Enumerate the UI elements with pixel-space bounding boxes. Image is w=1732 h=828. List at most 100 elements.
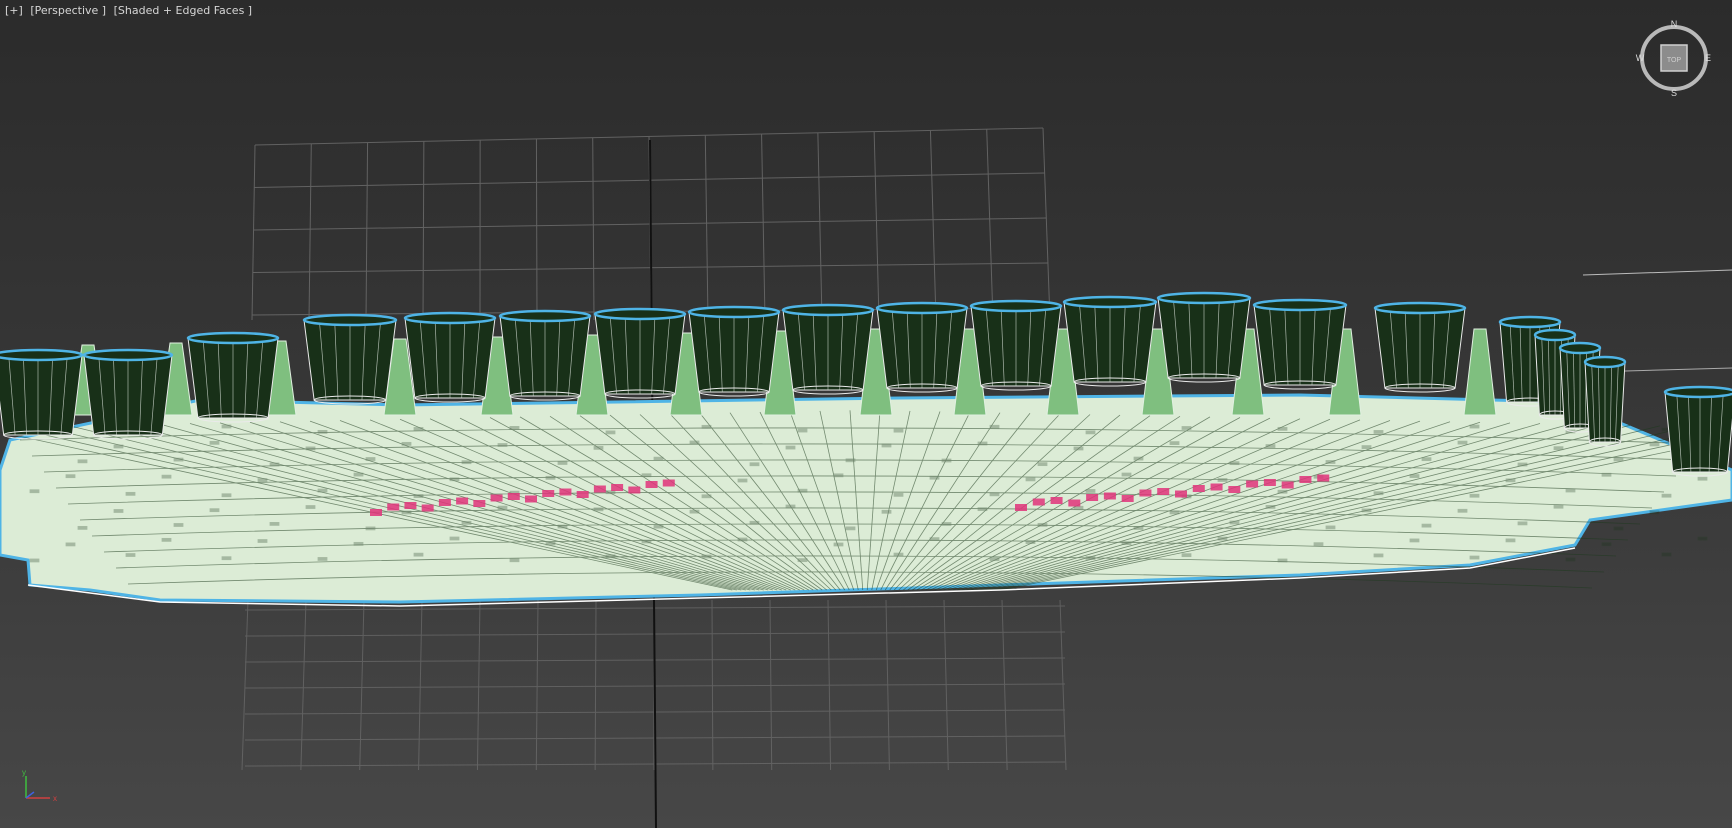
wire-face: [881, 443, 892, 448]
cup: [969, 299, 1063, 391]
wire-face: [413, 552, 424, 557]
selected-mesh-object[interactable]: [0, 291, 1732, 607]
pink-face: [404, 502, 417, 509]
viewcube-face-label: TOP: [1667, 57, 1682, 64]
wire-face: [689, 509, 700, 514]
cup: [186, 331, 280, 423]
wire-face: [509, 425, 520, 430]
wire-face: [641, 539, 652, 544]
wire-face: [509, 558, 520, 563]
pink-face: [1157, 488, 1170, 495]
wire-face: [1181, 426, 1192, 430]
grid-line: [1042, 127, 1051, 321]
grid-line: [308, 143, 312, 321]
cup: [302, 313, 398, 405]
viewport-scene[interactable]: [0, 0, 1732, 828]
wire-face: [125, 553, 136, 557]
green-panel: [1463, 328, 1497, 416]
wire-face: [113, 444, 124, 449]
pink-face: [662, 479, 675, 487]
wire-face: [497, 443, 508, 447]
grid-line: [476, 599, 481, 771]
wire-face: [1265, 505, 1276, 509]
wire-face: [1613, 457, 1624, 462]
perspective-viewport[interactable]: [+] [Perspective ] [Shaded + Edged Faces…: [0, 0, 1732, 828]
cup-rim: [1156, 291, 1252, 305]
compass-east[interactable]: E: [1705, 53, 1711, 63]
axis-z-line: [25, 791, 35, 799]
pink-face: [1246, 480, 1259, 488]
wire-face: [1037, 462, 1048, 467]
wire-face: [365, 457, 376, 461]
wire-face: [461, 460, 472, 465]
wire-face: [1085, 430, 1096, 435]
axis-y-label: y: [22, 768, 26, 777]
wire-face: [833, 542, 844, 547]
cup-rim: [1558, 341, 1602, 355]
cup-rim: [875, 301, 969, 315]
grid-line: [251, 144, 256, 321]
wire-face: [257, 478, 268, 482]
wire-face: [1421, 457, 1432, 462]
cup-rim: [593, 307, 687, 321]
wire-face: [989, 492, 1000, 497]
wire-face: [269, 462, 280, 467]
compass-south[interactable]: S: [1671, 88, 1677, 98]
grid-line: [359, 599, 365, 771]
grid-line: [929, 130, 937, 321]
wire-face: [1421, 523, 1432, 528]
grid-line: [418, 599, 423, 771]
wire-face: [545, 475, 556, 480]
wire-face: [305, 446, 316, 451]
pink-face: [1068, 499, 1081, 507]
pink-face: [1050, 497, 1063, 504]
wire-face: [941, 522, 952, 526]
grid-line: [594, 599, 597, 771]
wire-face: [737, 537, 748, 542]
wire-face: [797, 428, 808, 433]
wire-face: [1277, 558, 1288, 563]
wire-face: [353, 472, 364, 477]
wire-face: [1361, 445, 1372, 449]
wire-face: [317, 488, 328, 493]
grid-line: [986, 129, 994, 321]
wire-face: [1469, 555, 1480, 560]
wire-face: [1565, 488, 1576, 493]
wire-face: [977, 507, 988, 512]
cup: [1062, 295, 1158, 387]
wire-face: [1697, 476, 1708, 481]
wire-face: [653, 456, 664, 461]
compass-north[interactable]: N: [1671, 19, 1678, 29]
wire-face: [461, 520, 472, 525]
viewcube[interactable]: TOP N S E W: [1634, 18, 1714, 98]
wire-face: [1553, 446, 1564, 451]
pink-face: [473, 500, 486, 507]
cup: [1583, 355, 1627, 447]
cup-rim: [403, 311, 497, 325]
wire-face: [305, 505, 316, 509]
grid-line: [761, 134, 766, 321]
wire-face: [65, 542, 76, 547]
wire-face: [929, 537, 940, 542]
wire-face: [173, 523, 184, 527]
wire-face: [797, 488, 808, 493]
wire-face: [1649, 510, 1660, 515]
wire-face: [653, 524, 664, 529]
wire-face: [1457, 508, 1468, 513]
wire-face: [1505, 478, 1516, 483]
wire-face: [1409, 474, 1420, 478]
pink-face: [1086, 494, 1099, 501]
wire-face: [593, 445, 604, 450]
compass-west[interactable]: W: [1636, 53, 1645, 63]
wire-face: [1085, 556, 1096, 560]
wire-face: [1409, 538, 1420, 543]
wire-face: [845, 526, 856, 531]
wire-face: [845, 458, 856, 463]
wire-face: [1217, 478, 1228, 482]
wire-face: [221, 424, 232, 429]
wire-face: [1601, 472, 1612, 477]
cup: [593, 307, 687, 399]
wire-face: [641, 473, 652, 478]
wire-face: [797, 558, 808, 563]
cup: [498, 309, 592, 401]
